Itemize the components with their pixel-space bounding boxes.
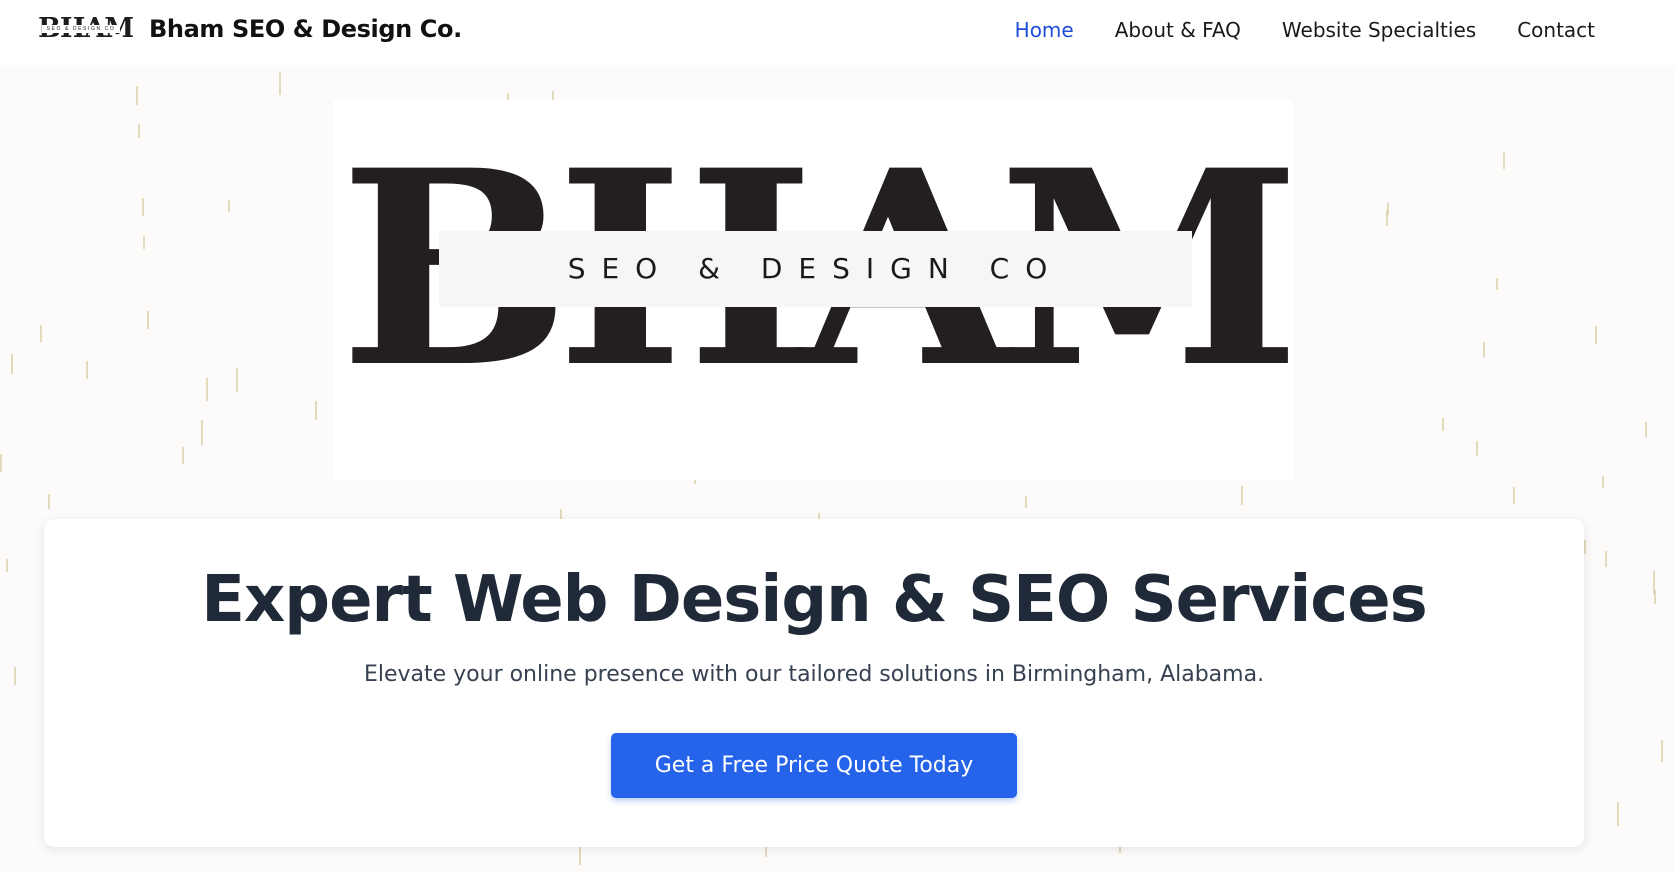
rain-line	[136, 86, 138, 105]
brand-logo[interactable]: BHAM SEO & DESIGN CO	[38, 14, 134, 44]
brand-logo-tagline: SEO & DESIGN CO	[46, 26, 116, 32]
brand-name[interactable]: Bham SEO & Design Co.	[149, 15, 462, 43]
rain-line	[11, 354, 13, 374]
rain-line	[14, 667, 16, 685]
rain-line	[206, 378, 208, 401]
rain-line	[1241, 486, 1243, 505]
rain-line	[1617, 802, 1619, 826]
rain-line	[1661, 740, 1663, 762]
rain-line	[142, 198, 144, 216]
rain-line	[1654, 590, 1656, 604]
free-quote-button[interactable]: Get a Free Price Quote Today	[611, 733, 1017, 798]
rain-line	[6, 559, 8, 572]
rain-line	[1496, 278, 1498, 290]
page: BHAM SEO & DESIGN CO Bham SEO & Design C…	[0, 0, 1675, 872]
rain-line	[228, 200, 230, 212]
rain-line	[1595, 326, 1597, 344]
rain-line	[48, 494, 50, 509]
nav-home[interactable]: Home	[1015, 18, 1074, 42]
hero-logo-tagline: SEO & DESIGN CO	[567, 252, 1064, 285]
rain-line	[1645, 422, 1647, 437]
hero-logo: BHAM SEO & DESIGN CO	[333, 100, 1301, 480]
rain-line	[315, 401, 317, 420]
rain-line	[1025, 496, 1027, 508]
site-header: BHAM SEO & DESIGN CO Bham SEO & Design C…	[0, 0, 1675, 66]
rain-line	[1602, 476, 1604, 488]
main-nav: Home About & FAQ Website Specialties Con…	[1015, 18, 1595, 42]
rain-line	[1483, 342, 1485, 357]
rain-line	[40, 325, 42, 342]
nav-contact[interactable]: Contact	[1517, 18, 1595, 42]
rain-line	[182, 447, 184, 464]
rain-line	[1584, 540, 1586, 554]
nav-website-specialties[interactable]: Website Specialties	[1282, 18, 1476, 42]
hero-title: Expert Web Design & SEO Services	[201, 563, 1427, 637]
rain-line	[279, 72, 281, 95]
hero-subtitle: Elevate your online presence with our ta…	[363, 662, 1265, 687]
rain-line	[236, 368, 238, 392]
rain-line	[201, 420, 203, 445]
rain-line	[0, 454, 2, 472]
rain-line	[1442, 418, 1444, 431]
rain-line	[86, 361, 88, 379]
rain-line	[1605, 551, 1607, 567]
rain-line	[138, 124, 140, 138]
rain-line	[1513, 487, 1515, 504]
rain-line	[147, 311, 149, 329]
rain-line	[1476, 441, 1478, 456]
rain-line	[1503, 152, 1505, 169]
rain-line	[143, 236, 145, 249]
nav-about-faq[interactable]: About & FAQ	[1115, 18, 1241, 42]
rain-line	[1386, 210, 1388, 226]
hero-card: Expert Web Design & SEO Services Elevate…	[44, 519, 1584, 847]
